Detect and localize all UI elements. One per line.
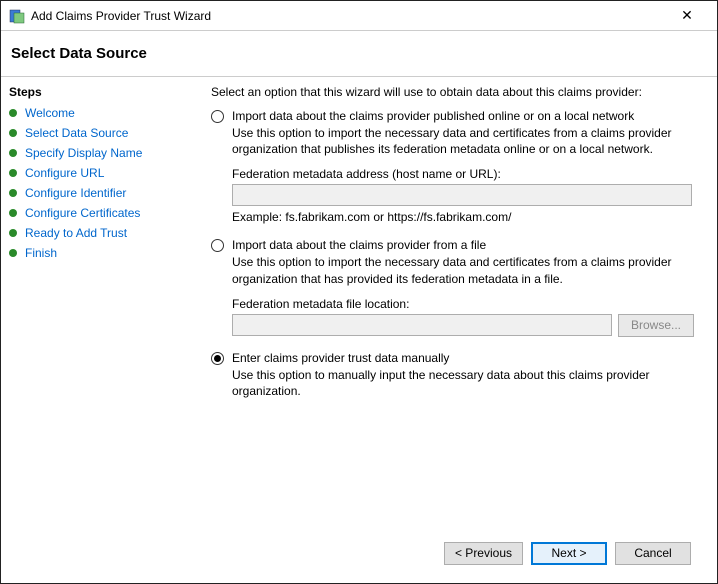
option-desc: Use this option to manually input the ne… — [232, 367, 705, 399]
browse-button: Browse... — [618, 314, 694, 337]
bullet-icon — [9, 209, 17, 217]
footer-buttons: < Previous Next > Cancel — [211, 531, 705, 575]
step-label: Specify Display Name — [25, 146, 142, 160]
option-import-file: Import data about the claims provider fr… — [211, 238, 705, 336]
window-title: Add Claims Provider Trust Wizard — [31, 9, 665, 23]
step-finish[interactable]: Finish — [7, 243, 185, 263]
metadata-file-label: Federation metadata file location: — [232, 297, 705, 311]
body: Steps Welcome Select Data Source Specify… — [1, 77, 717, 583]
step-label: Configure URL — [25, 166, 104, 180]
step-label: Configure Certificates — [25, 206, 140, 220]
intro-text: Select an option that this wizard will u… — [211, 85, 705, 99]
bullet-icon — [9, 189, 17, 197]
bullet-icon — [9, 229, 17, 237]
step-configure-identifier[interactable]: Configure Identifier — [7, 183, 185, 203]
option-import-online: Import data about the claims provider pu… — [211, 109, 705, 224]
titlebar: Add Claims Provider Trust Wizard ✕ — [1, 1, 717, 31]
next-button[interactable]: Next > — [531, 542, 607, 565]
step-specify-display-name[interactable]: Specify Display Name — [7, 143, 185, 163]
option-label: Enter claims provider trust data manuall… — [232, 351, 449, 365]
steps-label: Steps — [7, 83, 185, 103]
page-title: Select Data Source — [11, 45, 707, 62]
wizard-window: Add Claims Provider Trust Wizard ✕ Selec… — [0, 0, 718, 584]
bullet-icon — [9, 169, 17, 177]
step-select-data-source[interactable]: Select Data Source — [7, 123, 185, 143]
bullet-icon — [9, 249, 17, 257]
previous-button[interactable]: < Previous — [444, 542, 523, 565]
step-label: Select Data Source — [25, 126, 128, 140]
step-configure-certificates[interactable]: Configure Certificates — [7, 203, 185, 223]
close-icon[interactable]: ✕ — [665, 7, 709, 24]
step-welcome[interactable]: Welcome — [7, 103, 185, 123]
step-label: Finish — [25, 246, 57, 260]
step-ready-to-add-trust[interactable]: Ready to Add Trust — [7, 223, 185, 243]
metadata-url-label: Federation metadata address (host name o… — [232, 167, 705, 181]
option-desc: Use this option to import the necessary … — [232, 125, 705, 157]
bullet-icon — [9, 149, 17, 157]
page-header: Select Data Source — [1, 31, 717, 77]
content-pane: Select an option that this wizard will u… — [191, 77, 717, 583]
radio-import-file[interactable] — [211, 239, 224, 252]
step-label: Configure Identifier — [25, 186, 126, 200]
metadata-url-hint: Example: fs.fabrikam.com or https://fs.f… — [232, 210, 705, 224]
metadata-file-input — [232, 314, 612, 336]
bullet-icon — [9, 129, 17, 137]
step-label: Welcome — [25, 106, 75, 120]
radio-manual[interactable] — [211, 352, 224, 365]
step-configure-url[interactable]: Configure URL — [7, 163, 185, 183]
metadata-url-input — [232, 184, 692, 206]
step-label: Ready to Add Trust — [25, 226, 127, 240]
option-label: Import data about the claims provider pu… — [232, 109, 634, 123]
option-label: Import data about the claims provider fr… — [232, 238, 486, 252]
option-desc: Use this option to import the necessary … — [232, 254, 705, 286]
bullet-icon — [9, 109, 17, 117]
option-manual: Enter claims provider trust data manuall… — [211, 351, 705, 399]
cancel-button[interactable]: Cancel — [615, 542, 691, 565]
steps-sidebar: Steps Welcome Select Data Source Specify… — [1, 77, 191, 583]
app-icon — [9, 8, 25, 24]
radio-import-online[interactable] — [211, 110, 224, 123]
